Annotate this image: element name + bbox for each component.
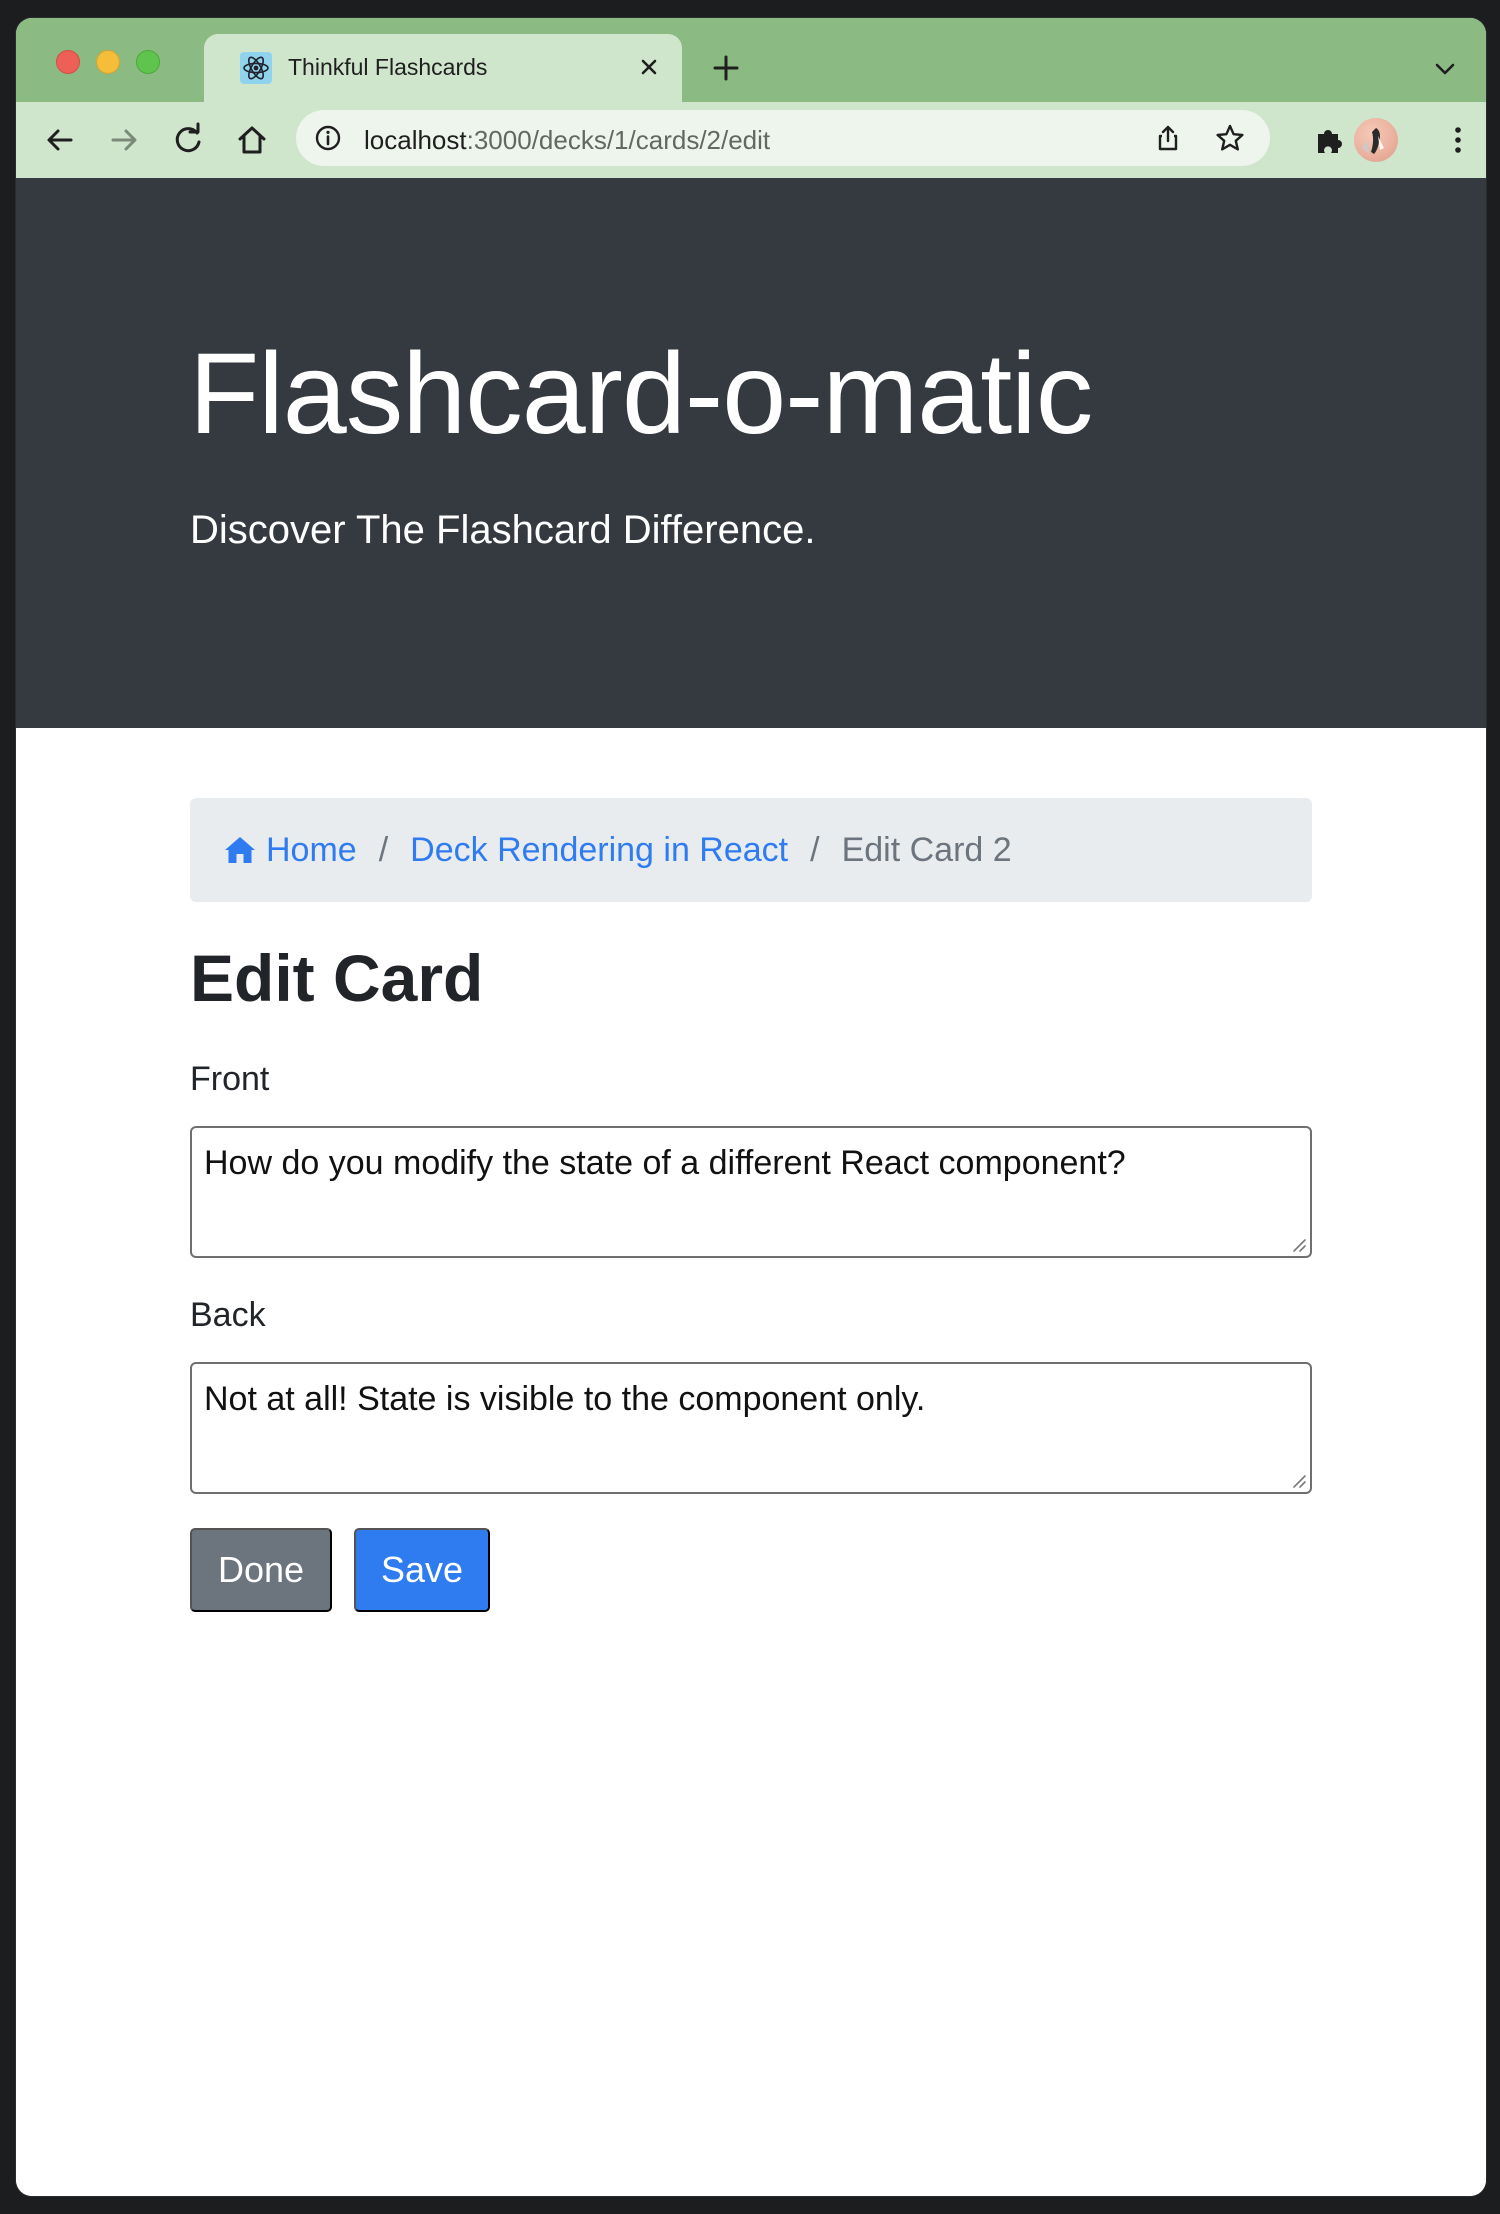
url-text[interactable]: localhost:3000/decks/1/cards/2/edit [364,125,770,156]
breadcrumb-current: Edit Card 2 [841,830,1012,869]
tab-title: Thinkful Flashcards [288,54,488,80]
front-textarea[interactable]: How do you modify the state of a differe… [190,1126,1312,1258]
breadcrumb-separator: / [378,830,389,869]
back-arrow-icon[interactable] [42,122,78,158]
avatar-figure-icon [1362,128,1384,154]
kebab-menu-icon[interactable] [1440,122,1476,158]
save-button[interactable]: Save [354,1528,490,1612]
front-textarea-value: How do you modify the state of a differe… [204,1144,1126,1182]
star-icon[interactable] [1214,122,1246,154]
back-label: Back [190,1296,266,1334]
close-window-button[interactable] [56,50,80,74]
url-path: :3000/decks/1/cards/2/edit [466,125,771,155]
avatar[interactable] [1354,118,1398,162]
resize-handle-icon[interactable] [1289,1235,1307,1253]
back-textarea[interactable]: Not at all! State is visible to the comp… [190,1362,1312,1494]
app-tagline: Discover The Flashcard Difference. [190,508,816,552]
app-title: Flashcard-o-matic [189,330,1093,458]
breadcrumb-deck-link[interactable]: Deck Rendering in React [410,831,788,870]
breadcrumb-items: Home / Deck Rendering in React / Edit Ca… [224,830,1012,870]
home-icon[interactable] [224,834,256,866]
page-title: Edit Card [190,941,484,1015]
page-content: Flashcard-o-matic Discover The Flashcard… [16,178,1486,2196]
react-favicon-icon [240,52,272,84]
breadcrumb: Home / Deck Rendering in React / Edit Ca… [190,798,1312,902]
jumbotron-header: Flashcard-o-matic Discover The Flashcard… [16,178,1486,728]
back-textarea-value: Not at all! State is visible to the comp… [204,1380,926,1418]
minimize-window-button[interactable] [96,50,120,74]
info-icon[interactable] [314,124,342,152]
breadcrumb-home-link[interactable]: Home [266,831,357,870]
front-label: Front [190,1060,270,1098]
puzzle-icon[interactable] [1312,122,1348,158]
plus-icon[interactable] [710,52,742,84]
done-button[interactable]: Done [190,1528,332,1612]
address-bar[interactable]: localhost:3000/decks/1/cards/2/edit [296,110,1270,166]
reload-icon[interactable] [170,122,206,158]
tab-strip: Thinkful Flashcards [16,18,1486,102]
breadcrumb-separator: / [810,830,820,869]
close-icon[interactable] [634,52,664,82]
maximize-window-button[interactable] [136,50,160,74]
chevron-down-icon[interactable] [1432,56,1458,82]
resize-handle-icon[interactable] [1289,1471,1307,1489]
share-icon[interactable] [1154,124,1182,152]
forward-arrow-icon[interactable] [106,122,142,158]
url-host: localhost [364,125,467,155]
browser-toolbar: localhost:3000/decks/1/cards/2/edit [16,102,1486,178]
browser-window: Thinkful Flashcards localhost:3000/decks… [16,18,1486,2196]
home-icon[interactable] [234,122,270,158]
tab-thinkful-flashcards[interactable]: Thinkful Flashcards [204,34,682,102]
